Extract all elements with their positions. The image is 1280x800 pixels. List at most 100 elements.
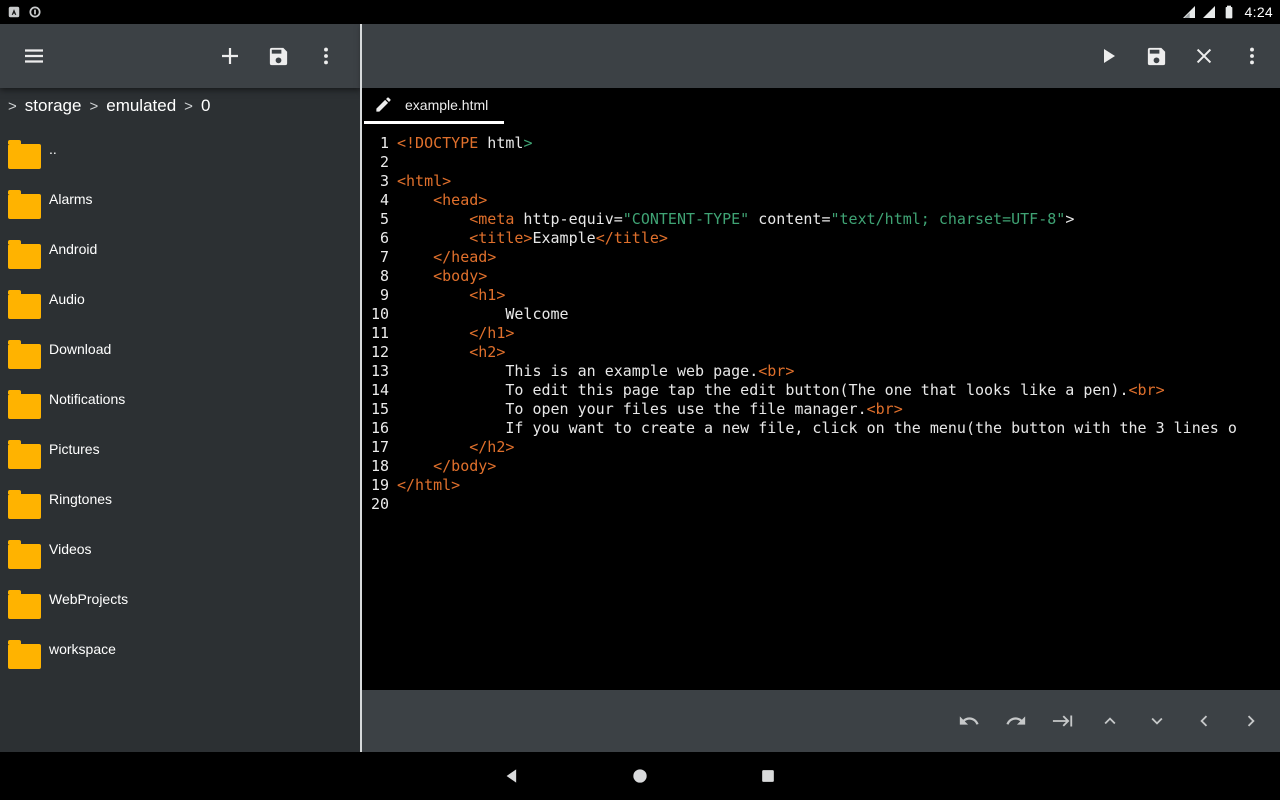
code-text: </h2>	[397, 438, 514, 457]
code-line[interactable]: 6 <title>Example</title>	[362, 229, 1280, 248]
screen: 4:24 >storage>emulated>0 ..AlarmsAndroid…	[0, 0, 1280, 800]
code-line[interactable]: 3<html>	[362, 172, 1280, 191]
file-toolbar	[0, 24, 360, 88]
cursor-left-button[interactable]	[1185, 702, 1223, 740]
code-line[interactable]: 8 <body>	[362, 267, 1280, 286]
breadcrumb-part[interactable]: storage	[25, 96, 82, 116]
code-line[interactable]: 1<!DOCTYPE html>	[362, 134, 1280, 153]
code-text: <html>	[397, 172, 451, 191]
code-line[interactable]: 4 <head>	[362, 191, 1280, 210]
folder-row[interactable]: Download	[0, 328, 360, 378]
folder-row[interactable]: WebProjects	[0, 578, 360, 628]
code-line[interactable]: 7 </head>	[362, 248, 1280, 267]
code-line[interactable]: 20	[362, 495, 1280, 514]
code-text: <head>	[397, 191, 487, 210]
panel-divider[interactable]	[360, 24, 362, 752]
folder-icon	[8, 644, 41, 669]
undo-button[interactable]	[950, 702, 988, 740]
line-number: 7	[362, 248, 397, 267]
cursor-down-button[interactable]	[1138, 702, 1176, 740]
folder-icon	[8, 244, 41, 269]
cursor-up-button[interactable]	[1091, 702, 1129, 740]
folder-list: ..Alarms Android AudioDownloadNotification…	[0, 124, 360, 752]
code-line[interactable]: 14 To edit this page tap the edit button…	[362, 381, 1280, 400]
code-text: This is an example web page.<br>	[397, 362, 794, 381]
code-line[interactable]: 13 This is an example web page.<br>	[362, 362, 1280, 381]
back-button[interactable]	[496, 760, 528, 792]
close-file-button[interactable]	[1184, 36, 1224, 76]
back-icon	[502, 766, 522, 786]
folder-row[interactable]: Ringtones	[0, 478, 360, 528]
menu-button[interactable]	[14, 36, 54, 76]
folder-row[interactable]: Pictures	[0, 428, 360, 478]
line-number: 2	[362, 153, 397, 172]
save-all-button[interactable]	[258, 36, 298, 76]
folder-row[interactable]: Videos	[0, 528, 360, 578]
data-saver-icon	[28, 5, 42, 19]
code-text: Welcome	[397, 305, 569, 324]
code-line[interactable]: 12 <h2>	[362, 343, 1280, 362]
redo-button[interactable]	[997, 702, 1035, 740]
code-text: <meta http-equiv="CONTENT-TYPE" content=…	[397, 210, 1074, 229]
code-line[interactable]: 15 To open your files use the file manag…	[362, 400, 1280, 419]
folder-row[interactable]: Android	[0, 228, 360, 278]
redo-icon	[1005, 710, 1027, 732]
line-number: 15	[362, 400, 397, 419]
save-button[interactable]	[1136, 36, 1176, 76]
code-line[interactable]: 2	[362, 153, 1280, 172]
cursor-right-button[interactable]	[1232, 702, 1270, 740]
line-number: 14	[362, 381, 397, 400]
file-overflow-button[interactable]	[306, 36, 346, 76]
line-number: 19	[362, 476, 397, 495]
folder-row[interactable]: ..	[0, 128, 360, 178]
status-left-icons	[7, 5, 42, 19]
line-number: 1	[362, 134, 397, 153]
tab-indent-button[interactable]	[1044, 702, 1082, 740]
code-text: <h1>	[397, 286, 505, 305]
new-file-icon	[218, 44, 242, 68]
code-line[interactable]: 10 Welcome	[362, 305, 1280, 324]
code-line[interactable]: 16 If you want to create a new file, cli…	[362, 419, 1280, 438]
folder-icon	[8, 194, 41, 219]
folder-row[interactable]: Audio	[0, 278, 360, 328]
android-nav-bar	[0, 752, 1280, 800]
run-button[interactable]	[1088, 36, 1128, 76]
cell-signal-icon	[1201, 4, 1217, 20]
breadcrumb-part[interactable]: emulated	[106, 96, 176, 116]
folder-row[interactable]: Alarms	[0, 178, 360, 228]
folder-row[interactable]: Notifications	[0, 378, 360, 428]
folder-label: Android	[49, 241, 97, 257]
line-number: 11	[362, 324, 397, 343]
code-line[interactable]: 18 </body>	[362, 457, 1280, 476]
chevron-left-icon	[1193, 710, 1215, 732]
code-text: <h2>	[397, 343, 505, 362]
folder-icon	[8, 344, 41, 369]
breadcrumb[interactable]: >storage>emulated>0	[0, 88, 360, 124]
recents-button[interactable]	[752, 760, 784, 792]
code-line[interactable]: 19</html>	[362, 476, 1280, 495]
tab-example-html[interactable]: example.html	[364, 92, 504, 124]
chevron-right-icon	[1240, 710, 1262, 732]
code-text: <!DOCTYPE html>	[397, 134, 532, 153]
code-line[interactable]: 11 </h1>	[362, 324, 1280, 343]
breadcrumb-separator-icon: >	[89, 98, 98, 115]
folder-row[interactable]: workspace	[0, 628, 360, 678]
line-number: 4	[362, 191, 397, 210]
line-number: 9	[362, 286, 397, 305]
folder-icon	[8, 594, 41, 619]
new-file-button[interactable]	[210, 36, 250, 76]
menu-icon	[22, 44, 46, 68]
home-button[interactable]	[624, 760, 656, 792]
code-editor[interactable]: 1<!DOCTYPE html>23<html>4 <head>5 <meta …	[362, 124, 1280, 690]
editor-overflow-button[interactable]	[1232, 36, 1272, 76]
code-line[interactable]: 9 <h1>	[362, 286, 1280, 305]
code-line[interactable]: 17 </h2>	[362, 438, 1280, 457]
save-icon	[1145, 45, 1168, 68]
line-number: 6	[362, 229, 397, 248]
breadcrumb-part[interactable]: 0	[201, 96, 210, 116]
code-line[interactable]: 5 <meta http-equiv="CONTENT-TYPE" conten…	[362, 210, 1280, 229]
line-number: 18	[362, 457, 397, 476]
overflow-icon	[315, 45, 337, 67]
breadcrumb-separator-icon: >	[8, 98, 17, 115]
tab-indent-icon	[1052, 710, 1074, 732]
